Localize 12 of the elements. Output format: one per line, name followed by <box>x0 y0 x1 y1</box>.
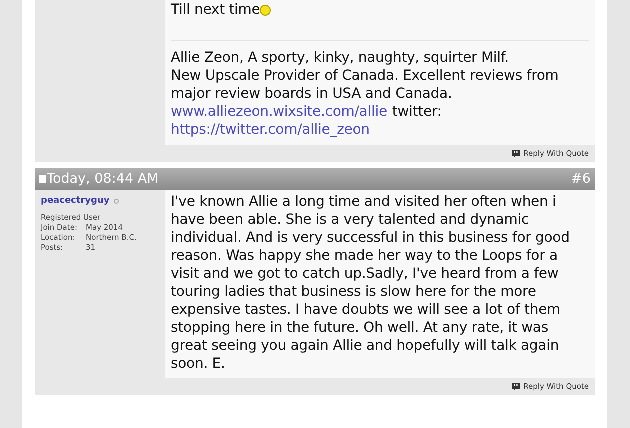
signature-text: Allie Zeon, A sporty, kinky, naughty, squirter Milf. <box>171 49 509 67</box>
signature-text: twitter: <box>392 103 442 121</box>
post-message: Till next time <box>171 1 589 19</box>
post-message: I've known Allie a long time and visited her often when i have been able. She is a very talented and dynamic individual. And is very successful in this business for good reason. Was happy she made her way to the Loops for a visit and we got to catch up.Sadly, I've heard from a few touring ladies that business is slow here for the more expensive tastes. I have doubts we will see a lot of them stopping here in the future. Oh well. At any rate, it was great seeing you again Allie and hopefully will talk again soon. E. <box>171 193 571 373</box>
quote-icon <box>510 382 521 392</box>
signature-link[interactable]: www.alliezeon.wixsite.com/allie <box>171 103 388 121</box>
quote-icon <box>510 148 521 158</box>
post-date: Today, 08:44 AM <box>47 170 159 189</box>
username-link[interactable]: peacectryguy <box>41 195 110 208</box>
post-icon <box>39 175 46 183</box>
signature-link[interactable]: https://twitter.com/allie_zeon <box>171 121 370 139</box>
signature-text: New Upscale Provider of Canada. Excellent reviews from major review boards in USA and Canada. <box>171 67 560 103</box>
